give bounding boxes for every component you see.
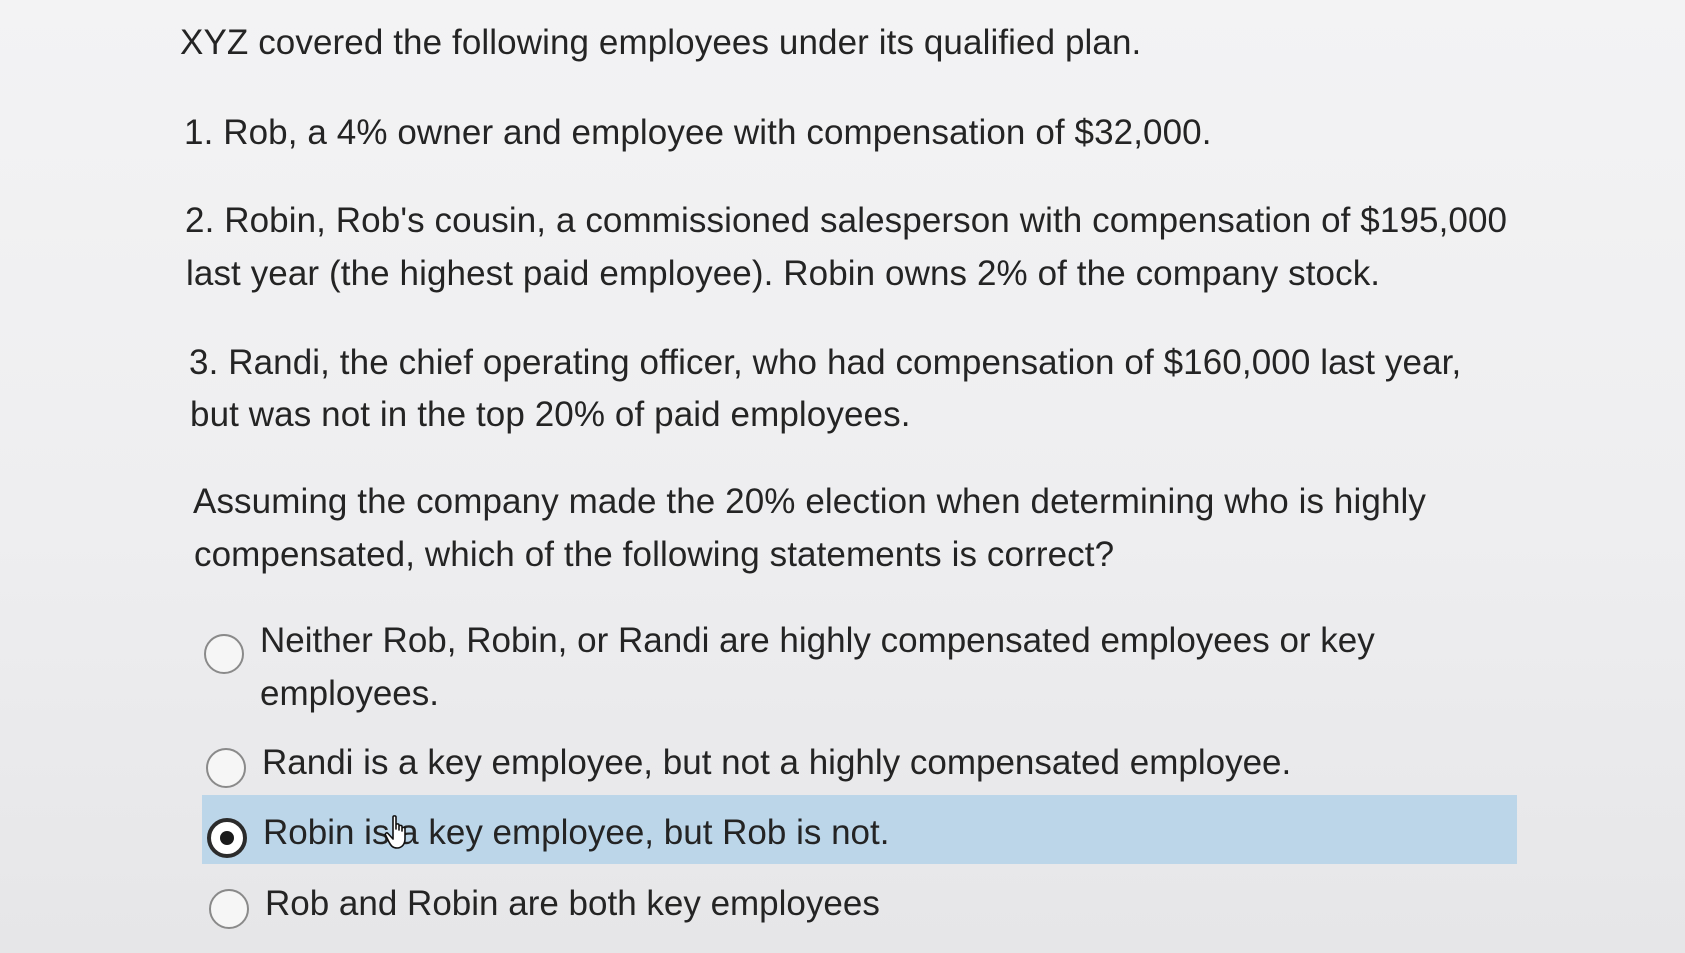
quiz-page: XYZ covered the following employees unde… — [0, 0, 1685, 953]
question-item-3-line-1: 3. Randi, the chief operating officer, w… — [189, 343, 1462, 382]
question-item-1: 1. Rob, a 4% owner and employee with com… — [184, 113, 1212, 152]
answer-option-2-radio[interactable] — [206, 748, 246, 788]
question-item-2-line-2: last year (the highest paid employee). R… — [186, 254, 1381, 293]
hand-pointer-icon — [384, 815, 406, 849]
answer-option-4-radio[interactable] — [209, 889, 249, 929]
question-item-3-line-2: but was not in the top 20% of paid emplo… — [190, 395, 911, 434]
answer-option-2-label[interactable]: Randi is a key employee, but not a highl… — [262, 736, 1291, 789]
answer-option-1-label-line-2[interactable]: employees. — [260, 667, 439, 720]
answer-option-4-label[interactable]: Rob and Robin are both key employees — [265, 877, 880, 930]
answer-option-1-radio[interactable] — [204, 634, 244, 674]
answer-option-3-label[interactable]: Robin is a key employee, but Rob is not. — [263, 806, 889, 859]
question-item-2-line-1: 2. Robin, Rob's cousin, a commissioned s… — [185, 201, 1508, 240]
question-prompt-line-2: compensated, which of the following stat… — [194, 535, 1115, 574]
answer-option-3-radio-selected[interactable] — [207, 818, 247, 858]
question-intro: XYZ covered the following employees unde… — [180, 23, 1142, 62]
answer-option-1-label-line-1[interactable]: Neither Rob, Robin, or Randi are highly … — [260, 614, 1375, 667]
question-prompt-line-1: Assuming the company made the 20% electi… — [193, 482, 1426, 521]
